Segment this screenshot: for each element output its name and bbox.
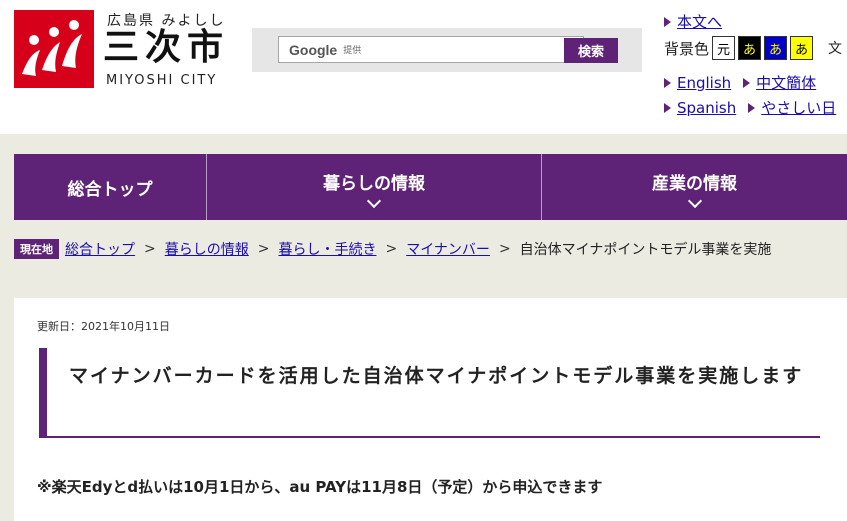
logo-city-name-en: MIYOSHI CITY xyxy=(106,73,218,88)
skip-link-row: 本文へ xyxy=(664,11,722,32)
chevron-down-icon xyxy=(687,193,702,208)
nav-item-label: 暮らしの情報 xyxy=(323,173,425,194)
lang-spanish-link[interactable]: Spanish xyxy=(677,99,736,117)
breadcrumb-separator-icon: > xyxy=(257,241,270,257)
breadcrumb-separator-icon: > xyxy=(498,241,511,257)
page-title-box: マイナンバーカードを活用した自治体マイナポイントモデル事業を実施します xyxy=(39,348,820,438)
breadcrumb-link-procedures[interactable]: 暮らし・手続き xyxy=(278,239,376,259)
bg-color-yellow-button[interactable]: あ xyxy=(790,36,814,60)
breadcrumb-current-location-tag: 現在地 xyxy=(14,239,59,259)
bg-color-black-button[interactable]: あ xyxy=(738,36,762,60)
bg-color-default-button[interactable]: 元 xyxy=(712,36,736,60)
google-label: Google xyxy=(289,41,338,58)
search-button[interactable]: 検索 xyxy=(564,38,618,63)
google-provided-label: 提供 xyxy=(343,46,362,56)
triangle-bullet-icon xyxy=(664,77,671,88)
triangle-bullet-icon xyxy=(664,16,671,27)
search-input[interactable]: Google 提供 xyxy=(278,36,584,63)
breadcrumb-link-living[interactable]: 暮らしの情報 xyxy=(165,239,249,259)
nav-item-top[interactable]: 総合トップ xyxy=(14,154,207,220)
lang-english-link[interactable]: English xyxy=(677,74,731,92)
nav-item-living[interactable]: 暮らしの情報 xyxy=(207,154,542,220)
breadcrumb-link-mynumber[interactable]: マイナンバー xyxy=(406,239,490,259)
text-size-label[interactable]: 文 xyxy=(828,38,842,58)
breadcrumb-separator-icon: > xyxy=(385,241,398,257)
lang-chinese-link[interactable]: 中文簡体 xyxy=(756,72,816,93)
main-content: 更新日：2021年10月11日 マイナンバーカードを活用した自治体マイナポイント… xyxy=(14,298,847,521)
site-header: 広島県 みよしし 三次市 MIYOSHI CITY Google 提供 検索 本… xyxy=(0,0,847,134)
bg-color-blue-button[interactable]: あ xyxy=(764,36,788,60)
breadcrumb-separator-icon: > xyxy=(144,241,156,257)
lang-easy-japanese-link[interactable]: やさしい日 xyxy=(761,97,836,118)
logo-city-name[interactable]: 三次市 xyxy=(103,26,229,68)
nav-item-label: 総合トップ xyxy=(67,179,153,200)
global-navigation: 総合トップ 暮らしの情報 産業の情報 xyxy=(14,154,847,220)
skip-to-content-link[interactable]: 本文へ xyxy=(677,11,722,32)
bg-color-row: 背景色 元 あ あ あ 文 xyxy=(664,36,842,60)
city-logo-icon[interactable] xyxy=(14,10,94,88)
chevron-down-icon xyxy=(366,193,382,208)
breadcrumb: 現在地 総合トップ > 暮らしの情報 > 暮らし・手続き > マイナンバー > … xyxy=(14,238,771,260)
triangle-bullet-icon xyxy=(748,102,756,113)
lang-row-2: Spanish やさしい日 xyxy=(664,97,836,118)
utility-menu: 本文へ 背景色 元 あ あ あ 文 English 中文簡体 Spanish や… xyxy=(664,0,847,134)
triangle-bullet-icon xyxy=(743,77,751,88)
notice-text: ※楽天Edyとd払いは10月1日から、au PAYは11月8日（予定）から申込で… xyxy=(37,478,603,496)
breadcrumb-link-top[interactable]: 総合トップ xyxy=(65,239,135,259)
nav-item-industry[interactable]: 産業の情報 xyxy=(542,154,847,220)
lang-row-1: English 中文簡体 xyxy=(664,72,816,93)
breadcrumb-current: 自治体マイナポイントモデル事業を実施 xyxy=(519,242,772,258)
site-search: Google 提供 検索 xyxy=(252,28,642,72)
nav-item-label: 産業の情報 xyxy=(652,173,737,194)
bg-color-label: 背景色 xyxy=(664,39,710,58)
updated-date: 更新日：2021年10月11日 xyxy=(37,320,170,333)
triangle-bullet-icon xyxy=(664,102,671,113)
page-title: マイナンバーカードを活用した自治体マイナポイントモデル事業を実施します xyxy=(69,365,804,387)
logo-figures-icon xyxy=(22,20,82,76)
